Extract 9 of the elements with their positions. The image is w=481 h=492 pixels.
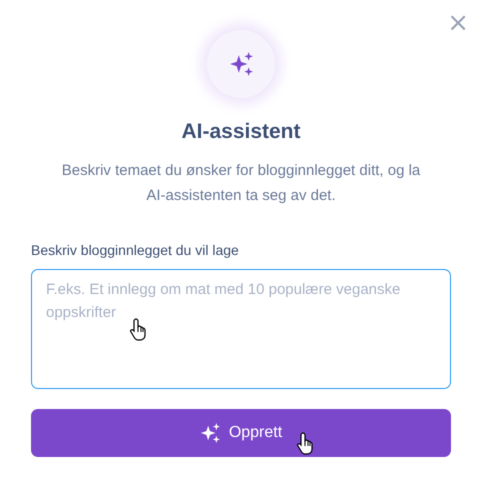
- dialog-title: AI-assistent: [181, 120, 301, 144]
- hand-cursor-icon: [129, 318, 147, 342]
- create-button[interactable]: Opprett: [31, 409, 451, 457]
- sparkle-icon: [229, 52, 253, 76]
- field-label: Beskriv blogginnlegget du vil lage: [31, 242, 240, 258]
- input-field[interactable]: F.eks. Et innlegg om mat med 10 populære veganske oppskrifter: [31, 269, 451, 389]
- dialog-description: Beskriv temaet du ønsker for blogginnlegget ditt, og la AI-assistenten ta seg av det.: [60, 161, 422, 206]
- sparkle-icon: [200, 423, 220, 443]
- hand-cursor-icon: [296, 432, 314, 456]
